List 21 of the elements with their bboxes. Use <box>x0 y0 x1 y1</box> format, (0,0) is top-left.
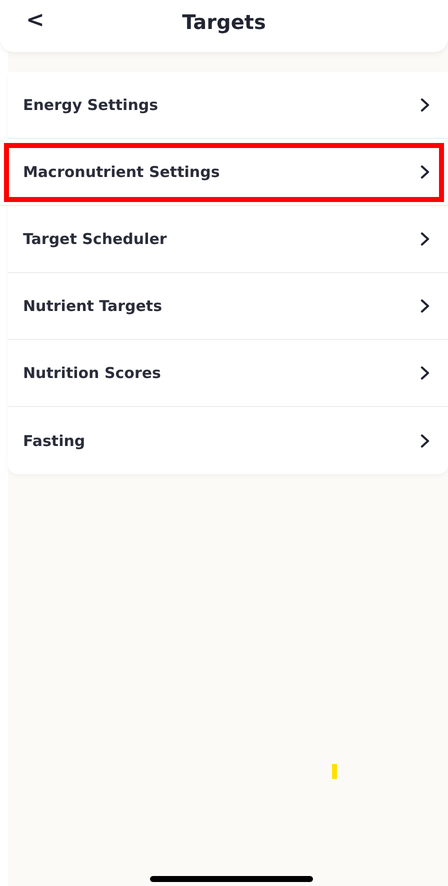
list-item[interactable]: Nutrient Targets <box>8 273 448 340</box>
item-label: Macronutrient Settings <box>23 163 220 181</box>
back-button[interactable]: < <box>22 8 48 33</box>
item-label: Energy Settings <box>23 96 158 114</box>
list-item[interactable]: Nutrition Scores <box>8 340 448 407</box>
list-item[interactable]: Macronutrient Settings <box>0 139 448 206</box>
chevron-icon <box>420 366 430 380</box>
list-item[interactable]: Target Scheduler <box>8 206 448 273</box>
chevron-icon <box>420 434 430 448</box>
item-label: Target Scheduler <box>23 230 167 248</box>
chevron-icon <box>420 299 430 313</box>
chevron-icon <box>420 98 430 112</box>
item-label: Fasting <box>23 432 86 450</box>
chevron-icon <box>420 165 430 179</box>
home-indicator[interactable] <box>150 876 313 882</box>
item-label: Nutrient Targets <box>23 297 162 315</box>
list-item[interactable]: Fasting <box>8 407 448 474</box>
page-title: Targets <box>182 10 266 34</box>
list-item[interactable]: Energy Settings <box>8 72 448 139</box>
chevron-icon <box>420 232 430 246</box>
item-label: Nutrition Scores <box>23 364 161 382</box>
